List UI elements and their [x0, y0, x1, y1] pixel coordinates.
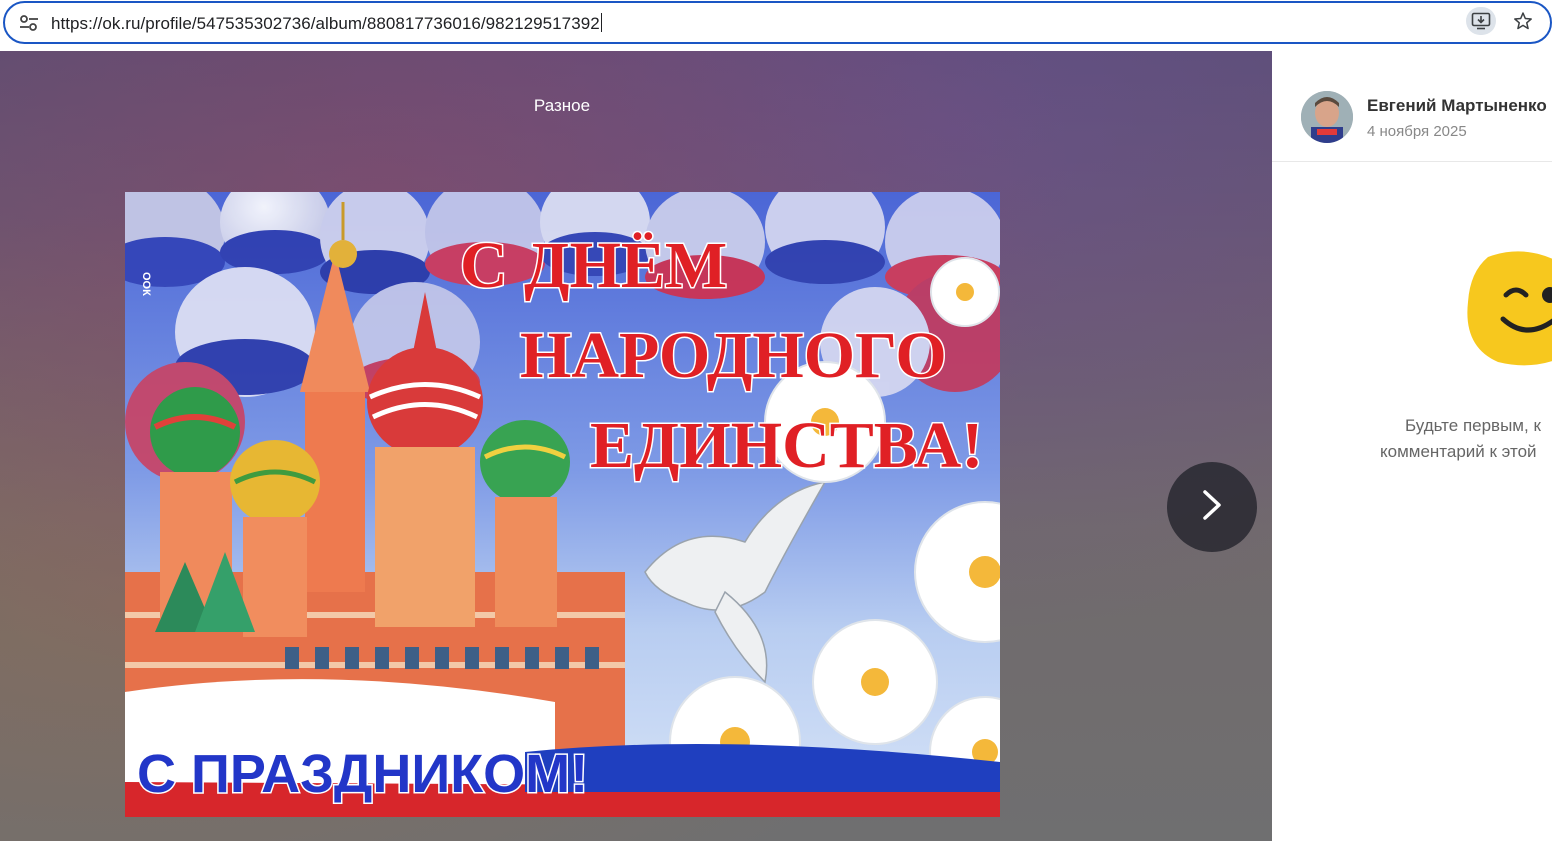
- empty-comments-line2: комментарий к этой: [1380, 442, 1537, 461]
- next-photo-button[interactable]: [1167, 462, 1257, 552]
- photo-viewer: Разное ООК С ДНЁМ НАРОДНОГО ЕДИНСТВА! С …: [0, 51, 1272, 841]
- browser-address-bar: https://ok.ru/profile/547535302736/album…: [0, 0, 1552, 46]
- author-name[interactable]: Евгений Мартыненко: [1367, 96, 1547, 116]
- author-block: Евгений Мартыненко 4 ноября 2025: [1272, 51, 1552, 162]
- install-app-icon[interactable]: [1466, 7, 1496, 35]
- photo-headline-line1: С ДНЁМ: [460, 229, 727, 302]
- empty-comments-line1: Будьте первым, к: [1405, 416, 1541, 435]
- avatar[interactable]: [1301, 91, 1353, 143]
- album-title[interactable]: Разное: [0, 96, 1124, 116]
- photo-headline-line2: НАРОДНОГО: [520, 319, 947, 392]
- tune-icon[interactable]: [19, 14, 39, 32]
- empty-comments-message: Будьте первым, к комментарий к этой: [1380, 413, 1552, 465]
- photo-watermark: ООК: [140, 272, 152, 296]
- photo-image[interactable]: ООК С ДНЁМ НАРОДНОГО ЕДИНСТВА! С ПРАЗДНИ…: [125, 192, 1000, 817]
- url-input[interactable]: https://ok.ru/profile/547535302736/album…: [51, 13, 602, 34]
- photo-headline-line3: ЕДИНСТВА!: [590, 409, 983, 482]
- omnibox[interactable]: https://ok.ru/profile/547535302736/album…: [3, 1, 1552, 44]
- chevron-right-icon: [1200, 488, 1224, 527]
- photo-banner-text: С ПРАЗДНИКОМ!: [137, 744, 588, 804]
- post-date: 4 ноября 2025: [1367, 123, 1467, 140]
- star-icon[interactable]: [1510, 8, 1536, 34]
- photo-side-panel: Евгений Мартыненко 4 ноября 2025 Будьте …: [1272, 51, 1552, 841]
- wink-emoji-icon: [1458, 247, 1552, 377]
